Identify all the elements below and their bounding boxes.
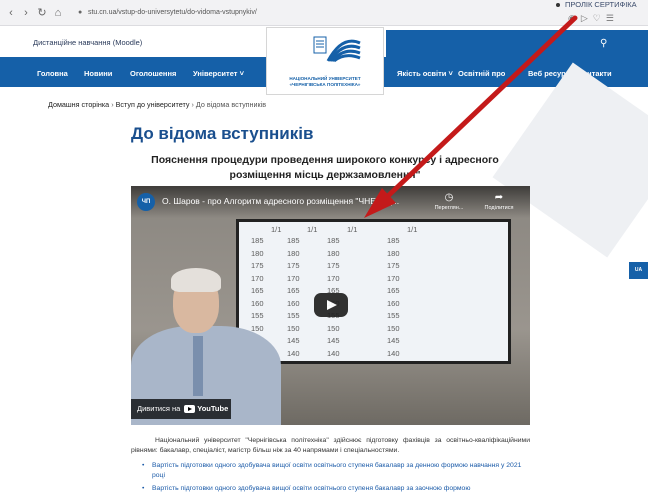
address-bar[interactable]: ● stu.cn.ua/vstup-do-universytetu/do-vid…	[78, 5, 393, 21]
breadcrumb-separator: ›	[191, 100, 194, 109]
menu-announcements[interactable]: Оголошення	[130, 69, 176, 78]
breadcrumb-separator: ›	[111, 100, 114, 109]
extension-icons[interactable]: ◉▷♡☰	[568, 13, 619, 24]
logo-text: НАЦІОНАЛЬНИЙ УНІВЕРСИТЕТ «ЧЕРНІГІВСЬКА П…	[268, 76, 382, 88]
logo-emblem-icon	[313, 36, 361, 63]
breadcrumb-parent[interactable]: Вступ до університету	[116, 100, 190, 109]
whiteboard-header: 1/1	[347, 225, 358, 234]
share-label: Поділитися	[484, 205, 514, 211]
bullet-icon	[556, 3, 560, 8]
menu-edu-programs[interactable]: Освітній про	[458, 69, 505, 78]
video-title[interactable]: О. Шаров - про Алгоритм адресного розміщ…	[162, 196, 399, 206]
whiteboard-number: 175	[327, 261, 340, 270]
certificate-link[interactable]: ПРОЛІК СЕРТИФІКА	[556, 0, 637, 10]
youtube-logo-icon	[184, 405, 196, 414]
whiteboard-number: 160	[251, 298, 264, 308]
whiteboard-number: 165	[287, 286, 300, 295]
menu-home[interactable]: Головна	[37, 69, 68, 78]
channel-avatar[interactable]: ЧП	[137, 193, 155, 211]
menu-university-label: Університет	[193, 69, 238, 78]
menu-quality-label: Якість освіти	[397, 69, 447, 78]
video-subtitle: Пояснення процедури проведення широкого …	[150, 153, 500, 183]
back-icon[interactable]: ‹	[4, 6, 18, 20]
chevron-down-icon: ˅	[448, 69, 453, 78]
whiteboard-number: 145	[287, 336, 300, 345]
breadcrumb-current: До відома вступників	[195, 100, 267, 109]
page-title: До відома вступників	[131, 124, 314, 143]
whiteboard-number: 185	[387, 236, 400, 245]
whiteboard-number: 170	[387, 273, 400, 283]
share-button[interactable]: ➦ Поділитися	[481, 192, 517, 212]
cert-label: ПРОЛІК СЕРТИФІКА	[565, 0, 637, 9]
menu-university[interactable]: Університет ˅	[193, 69, 244, 78]
menu-quality[interactable]: Якість освіти ˅	[397, 69, 453, 78]
whiteboard-number: 170	[287, 273, 300, 283]
whiteboard-number: 180	[327, 248, 340, 258]
whiteboard-header: 1/1	[307, 225, 318, 234]
whiteboard-number: 140	[287, 348, 300, 358]
whiteboard-number: 155	[251, 311, 264, 320]
list-item[interactable]: Вартість підготовки одного здобувача вищ…	[140, 461, 530, 481]
whiteboard-number: 175	[251, 261, 264, 270]
share-icon: ➦	[494, 192, 504, 203]
whiteboard-number: 170	[251, 273, 264, 283]
whiteboard-number: 185	[251, 236, 264, 245]
whiteboard-number: 185	[287, 236, 300, 245]
intro-paragraph: Національний університет "Чернігівська п…	[131, 437, 530, 454]
whiteboard-number: 150	[387, 323, 400, 333]
watch-later-label: Переглян...	[434, 205, 464, 211]
play-button[interactable]	[314, 293, 348, 317]
whiteboard-number: 140	[387, 348, 400, 358]
cost-links-list: Вартість підготовки одного здобувача вищ…	[140, 461, 530, 497]
whiteboard-number: 175	[287, 261, 300, 270]
list-item[interactable]: Вартість підготовки одного здобувача вищ…	[140, 484, 530, 494]
whiteboard-number: 155	[287, 311, 300, 320]
whiteboard-number: 150	[287, 323, 300, 333]
whiteboard-number: 180	[287, 248, 300, 258]
watch-later-button[interactable]: ◷ Переглян...	[431, 192, 467, 212]
reload-icon[interactable]: ↻	[35, 6, 49, 20]
subtitle-line-1: Пояснення процедури проведення широкого …	[151, 154, 499, 166]
presenter-hair	[171, 268, 221, 292]
clock-icon: ◷	[444, 192, 454, 203]
whiteboard: 1/1 1/1 1/1 1/1 185 180 175 170 165 160 155 150 145 1…	[236, 219, 511, 364]
lock-icon: ●	[78, 9, 83, 16]
youtube-wordmark: YouTube	[197, 404, 229, 413]
whiteboard-number: 160	[387, 298, 400, 308]
whiteboard-number: 180	[387, 248, 400, 258]
subtitle-line-2: розміщення місць держзамовлення"	[229, 169, 421, 181]
watch-on-youtube-button[interactable]: Дивитися на YouTube	[131, 399, 231, 419]
whiteboard-number: 185	[327, 236, 340, 245]
menu-news[interactable]: Новини	[84, 69, 112, 78]
breadcrumb-home[interactable]: Домашня сторінка	[48, 100, 109, 109]
youtube-video[interactable]: 1/1 1/1 1/1 1/1 185 180 175 170 165 160 155 150 145 1…	[131, 186, 530, 425]
whiteboard-number: 170	[327, 273, 340, 283]
url-text: stu.cn.ua/vstup-do-universytetu/do-vidom…	[87, 9, 257, 16]
whiteboard-number: 140	[327, 348, 340, 358]
search-icon[interactable]: ⚲	[600, 38, 607, 49]
whiteboard-number: 160	[287, 298, 300, 308]
forward-icon[interactable]: ›	[19, 6, 33, 20]
whiteboard-header: 1/1	[407, 225, 418, 234]
whiteboard-number: 165	[251, 286, 264, 295]
logo-line-2: «ЧЕРНІГІВСЬКА ПОЛІТЕХНІКА»	[289, 82, 361, 87]
whiteboard-header: 1/1	[271, 225, 282, 234]
presenter-tie	[193, 336, 203, 396]
whiteboard-number: 145	[327, 336, 340, 345]
whiteboard-number: 175	[387, 261, 400, 270]
language-badge[interactable]: UA	[629, 262, 648, 279]
home-icon[interactable]: ⌂	[51, 6, 65, 20]
watch-on-label: Дивитися на	[137, 404, 181, 413]
breadcrumb: Домашня сторінка › Вступ до університету › Д…	[48, 100, 266, 109]
whiteboard-number: 180	[251, 248, 264, 258]
whiteboard-number: 150	[327, 323, 340, 333]
whiteboard-number: 155	[387, 311, 400, 320]
moodle-link[interactable]: Дистанційне навчання (Moodle)	[33, 38, 142, 47]
header-bar-right	[386, 30, 648, 58]
chevron-down-icon: ˅	[239, 69, 244, 78]
whiteboard-number: 165	[387, 286, 400, 295]
whiteboard-number: 145	[387, 336, 400, 345]
